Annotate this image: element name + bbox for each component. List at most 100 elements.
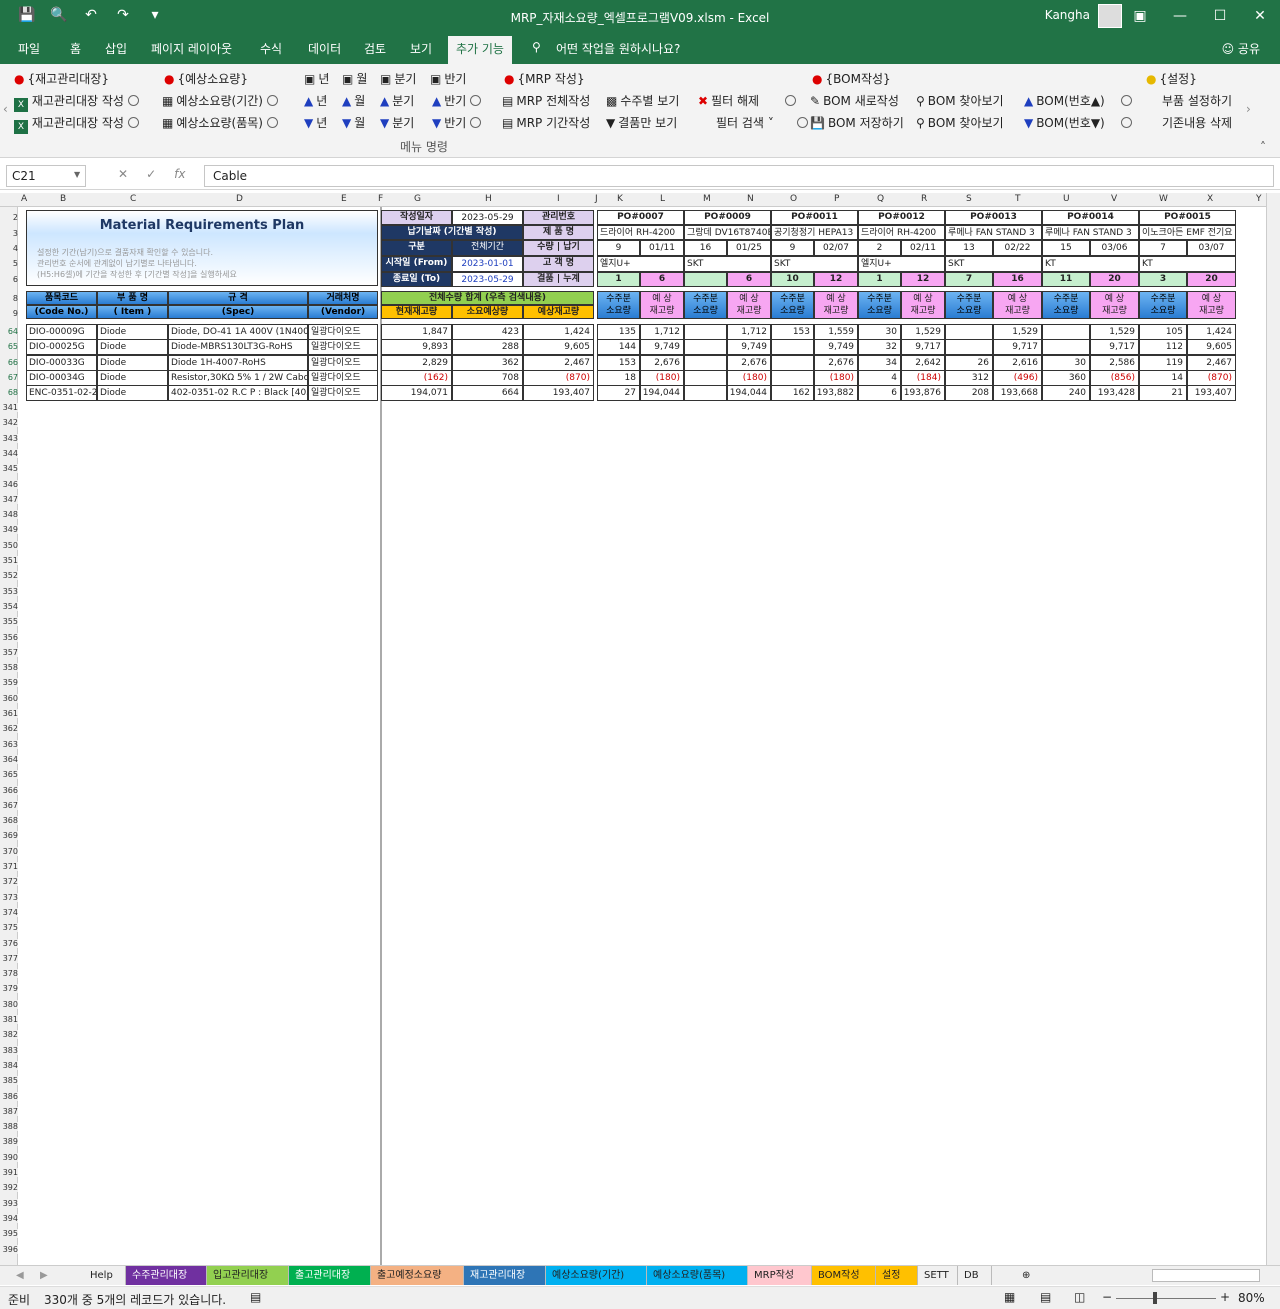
po-stock-value[interactable]: 2,676 (727, 355, 771, 371)
row-header[interactable]: 390 (0, 1152, 18, 1162)
macro-record-icon[interactable]: ▤ (250, 1290, 261, 1304)
po-stock-value[interactable]: 2,676 (640, 355, 684, 371)
share-button[interactable]: ☺ 공유 (1222, 40, 1260, 57)
po-need-value[interactable] (684, 324, 727, 340)
po-stock-value[interactable]: 9,749 (727, 339, 771, 355)
po-stock-value[interactable]: 2,616 (993, 355, 1042, 371)
row-header[interactable]: 68 (0, 388, 18, 397)
sheet-tab[interactable]: 수주관리대장 (126, 1266, 207, 1285)
po-need-value[interactable]: 312 (945, 370, 993, 386)
period-month-button[interactable]: ▣ 월 (342, 70, 367, 87)
po-stock-value[interactable]: 1,559 (814, 324, 858, 340)
row-header[interactable]: 392 (0, 1183, 18, 1193)
item-code[interactable]: DIO-00025G (26, 339, 97, 355)
to-value[interactable]: 2023-05-29 (452, 272, 523, 287)
row-header[interactable]: 380 (0, 999, 18, 1009)
row-header[interactable]: 66 (0, 358, 18, 367)
row-header[interactable]: 359 (0, 678, 18, 688)
col-header[interactable]: B (60, 194, 66, 204)
po-stock-value[interactable]: 9,749 (640, 339, 684, 355)
row-header[interactable]: 6 (0, 275, 18, 284)
po-stock-value[interactable]: 9,605 (1187, 339, 1236, 355)
col-header[interactable]: K (617, 194, 623, 204)
col-header[interactable]: E (341, 194, 347, 204)
expected-need[interactable]: 664 (452, 385, 523, 401)
row-header[interactable]: 346 (0, 479, 18, 489)
avatar[interactable] (1098, 4, 1122, 28)
row-header[interactable]: 353 (0, 586, 18, 596)
bom-sort-desc-button[interactable]: ▼ BOM(번호▼) (1024, 114, 1132, 131)
po-stock-value[interactable]: (496) (993, 370, 1042, 386)
po-stock-value[interactable]: (184) (901, 370, 945, 386)
sheet-tab[interactable]: BOM작성 (812, 1266, 876, 1285)
col-header[interactable]: L (660, 194, 665, 204)
col-header[interactable]: N (747, 194, 754, 204)
po-need-value[interactable]: 135 (597, 324, 640, 340)
po-need-value[interactable]: 21 (1139, 385, 1187, 401)
po-need-value[interactable]: 32 (858, 339, 901, 355)
row-header[interactable]: 376 (0, 938, 18, 948)
half-up-button[interactable]: ▲ 반기 (432, 92, 482, 109)
period-year-button[interactable]: ▣ 년 (304, 70, 329, 87)
po-need-value[interactable] (945, 339, 993, 355)
col-header[interactable]: G (414, 194, 421, 204)
row-header[interactable]: 352 (0, 571, 18, 581)
sheet-tab[interactable]: 예상소요량(품목) (647, 1266, 748, 1285)
sheet-tab[interactable]: 재고관리대장 (464, 1266, 546, 1285)
col-header[interactable]: P (834, 194, 839, 204)
chevron-down-icon[interactable]: ▼ (74, 170, 80, 179)
row-header[interactable]: 363 (0, 739, 18, 749)
po-need-value[interactable]: 208 (945, 385, 993, 401)
row-header[interactable]: 350 (0, 540, 18, 550)
po-need-value[interactable]: 34 (858, 355, 901, 371)
item-code[interactable]: DIO-00034G (26, 370, 97, 386)
po-need-value[interactable] (684, 385, 727, 401)
inventory-create-button-1[interactable]: X 재고관리대장 작성 (14, 92, 139, 112)
row-header[interactable]: 389 (0, 1137, 18, 1147)
close-icon[interactable]: ✕ (1240, 0, 1280, 32)
po-need-value[interactable] (771, 339, 814, 355)
row-header[interactable]: 362 (0, 724, 18, 734)
row-header[interactable]: 387 (0, 1106, 18, 1116)
po-need-value[interactable] (945, 324, 993, 340)
po-need-value[interactable]: 360 (1042, 370, 1090, 386)
po-stock-value[interactable]: 193,668 (993, 385, 1042, 401)
row-header[interactable]: 343 (0, 433, 18, 443)
radio-option[interactable] (127, 95, 139, 106)
row-header[interactable]: 354 (0, 601, 18, 611)
po-need-value[interactable]: 119 (1139, 355, 1187, 371)
po-need-value[interactable]: 6 (858, 385, 901, 401)
po-need-value[interactable]: 105 (1139, 324, 1187, 340)
row-header[interactable]: 366 (0, 785, 18, 795)
row-header[interactable]: 383 (0, 1045, 18, 1055)
row-header[interactable]: 355 (0, 617, 18, 627)
scroll-left-icon[interactable]: ‹ (3, 102, 8, 116)
row-header[interactable]: 368 (0, 816, 18, 826)
row-header[interactable]: 347 (0, 494, 18, 504)
mrp-period-button[interactable]: ▤ MRP 기간작성 (502, 114, 590, 131)
po-need-value[interactable]: 18 (597, 370, 640, 386)
row-header[interactable]: 364 (0, 754, 18, 764)
po-stock-value[interactable]: 194,044 (640, 385, 684, 401)
po-need-value[interactable]: 26 (945, 355, 993, 371)
tab-formulas[interactable]: 수식 (260, 40, 282, 57)
formula-input[interactable]: Cable (204, 165, 1274, 187)
current-stock[interactable]: 1,847 (381, 324, 452, 340)
row-header[interactable]: 388 (0, 1122, 18, 1132)
po-stock-value[interactable]: 9,717 (993, 339, 1042, 355)
po-stock-value[interactable]: 2,642 (901, 355, 945, 371)
vertical-scrollbar[interactable] (1266, 193, 1280, 1265)
expected-need[interactable]: 423 (452, 324, 523, 340)
row-header[interactable]: 372 (0, 877, 18, 887)
col-header[interactable]: X (1207, 194, 1213, 204)
current-stock[interactable]: 9,893 (381, 339, 452, 355)
row-header[interactable]: 3 (0, 229, 18, 238)
item-name[interactable]: Diode (97, 355, 168, 371)
filter-clear-button[interactable]: ✖ 필터 해제 (698, 92, 796, 109)
item-name[interactable]: Diode (97, 339, 168, 355)
po-need-value[interactable]: 162 (771, 385, 814, 401)
row-header[interactable]: 396 (0, 1244, 18, 1254)
zoom-slider[interactable] (1116, 1298, 1216, 1299)
po-stock-value[interactable]: 2,467 (1187, 355, 1236, 371)
bom-new-button[interactable]: ✎ BOM 새로작성 (810, 92, 899, 109)
